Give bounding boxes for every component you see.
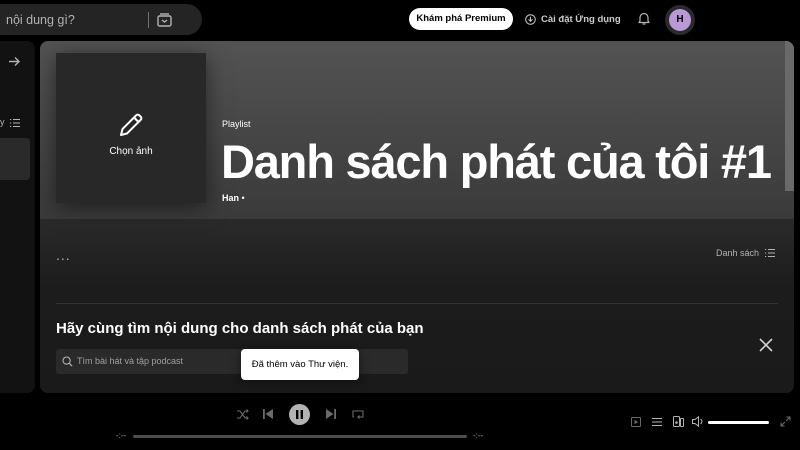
volume-icon[interactable] [692,416,704,427]
repeat-icon[interactable] [352,409,364,420]
volume-slider[interactable] [708,421,769,424]
view-mode-button[interactable]: Danh sách [716,248,776,258]
search-bar[interactable]: nội dung gì? [0,4,202,35]
choose-image-label: Chọn ảnh [109,146,153,157]
close-icon[interactable] [758,337,774,353]
top-bar: nội dung gì? Khám phá Premium Cài đặt Ứn… [0,0,800,40]
sidebar-item-selected[interactable] [0,138,30,180]
avatar[interactable]: H [669,9,691,31]
find-search-placeholder: Tìm bài hát và tập podcast [77,356,184,366]
toast-notification: Đã thêm vào Thư viện. [241,349,359,380]
download-icon [525,13,536,25]
previous-icon[interactable] [263,409,273,419]
install-app-button[interactable]: Cài đặt Ứng dụng [525,8,621,30]
explore-premium-button[interactable]: Khám phá Premium [409,8,513,30]
owner-name[interactable]: Han [222,193,239,203]
page-title[interactable]: Danh sách phát của tôi #1 [221,134,772,189]
view-mode-label: Danh sách [716,248,760,258]
install-app-label: Cài đặt Ứng dụng [541,13,621,25]
pencil-icon [120,113,143,136]
playlist-cover[interactable]: Chọn ảnh [56,53,206,203]
time-elapsed: -:-- [116,431,127,440]
main-panel: Chọn ảnh Playlist Danh sách phát của tôi… [40,41,794,393]
owner-separator: • [241,193,245,203]
shuffle-icon[interactable] [237,409,249,420]
scrollbar[interactable] [785,41,794,191]
playlist-owner: Han • [222,193,245,203]
sidebar: y [0,41,35,393]
section-divider [56,303,778,304]
find-content-heading: Hãy cùng tìm nội dung cho danh sách phát… [56,320,424,337]
list-icon[interactable] [10,118,20,128]
now-playing-view-icon[interactable] [631,417,641,427]
search-input[interactable]: nội dung gì? [6,13,75,27]
next-icon[interactable] [326,409,336,419]
connect-device-icon[interactable] [673,416,684,427]
bell-icon[interactable] [637,11,651,26]
arrow-right-icon[interactable] [8,55,21,68]
player-bar: -:-- -:-- [0,396,800,450]
browse-icon[interactable] [156,11,173,28]
fullscreen-icon[interactable] [780,416,791,427]
pause-icon [296,410,303,419]
list-icon [765,248,776,258]
search-divider [148,12,149,28]
play-pause-button[interactable] [289,404,310,425]
queue-icon[interactable] [652,417,662,427]
time-total: -:-- [473,431,484,440]
playlist-type: Playlist [222,119,251,129]
search-icon [62,356,73,367]
progress-bar[interactable] [133,435,467,438]
more-options-button[interactable]: ... [56,247,71,263]
sidebar-sort-label[interactable]: y [0,117,5,127]
